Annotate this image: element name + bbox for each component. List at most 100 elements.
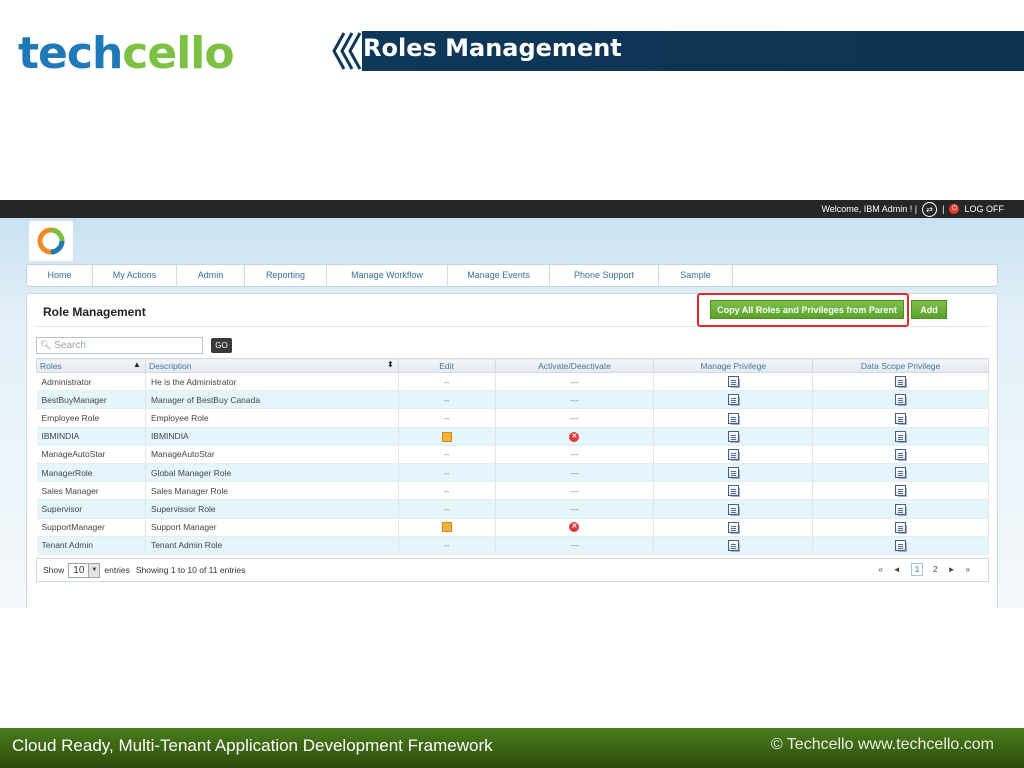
page-size-value: 10 (73, 564, 85, 576)
page-2-button[interactable]: 2 (933, 565, 937, 574)
edit-cell: -- (398, 445, 496, 464)
nav-my-actions[interactable]: My Actions (93, 265, 177, 286)
footer-tagline: Cloud Ready, Multi-Tenant Application De… (12, 736, 493, 755)
nav-reporting[interactable]: Reporting (245, 265, 327, 286)
edit-cell: -- (398, 536, 496, 555)
role-description: IBMINDIA (145, 427, 399, 446)
role-name: Employee Role (36, 408, 146, 428)
manage-privilege-icon[interactable] (727, 430, 739, 442)
slide: techcello Roles Management Welcome, IBM … (0, 0, 1024, 768)
edit-cell: -- (398, 499, 496, 519)
data-scope-privilege-icon[interactable] (895, 430, 907, 442)
role-description: Global Manager Role (145, 463, 399, 483)
col-data-scope-privilege: Data Scope Privilege (812, 358, 989, 373)
logo-text-cello: cello (122, 28, 234, 79)
table-row: ManagerRole Global Manager Role -- --- (36, 463, 989, 483)
page-1-button[interactable]: 1 (910, 563, 924, 576)
nav-manage-workflow[interactable]: Manage Workflow (327, 265, 448, 286)
nav-sample[interactable]: Sample (659, 265, 733, 286)
next-page-icon[interactable]: ► (948, 565, 956, 574)
page-size-select[interactable]: 10 ▼ (68, 562, 101, 578)
table-row: IBMINDIA IBMINDIA ✕ (36, 427, 989, 446)
copy-roles-button[interactable]: Copy All Roles and Privileges from Paren… (710, 300, 904, 319)
col-roles[interactable]: Roles ▲ (36, 358, 146, 373)
roles-table: Roles ▲ Description ⬍ Edit Activate/Deacti… (36, 358, 989, 555)
slide-footer: Cloud Ready, Multi-Tenant Application De… (0, 728, 1024, 768)
role-name: IBMINDIA (36, 427, 146, 446)
nav-phone-support[interactable]: Phone Support (550, 265, 659, 286)
app-logo[interactable] (29, 221, 73, 261)
topbar-separator: | (942, 204, 945, 214)
activate-cell: --- (495, 372, 655, 392)
switch-tenant-icon[interactable]: ⇄ (922, 201, 938, 217)
table-row: BestBuyManager Manager of BestBuy Canada… (36, 390, 989, 410)
manage-privilege-icon[interactable] (727, 376, 739, 388)
role-name: Supervisor (36, 499, 146, 519)
role-name: Tenant Admin (36, 536, 146, 555)
data-scope-privilege-icon[interactable] (895, 448, 907, 460)
table-row: Employee Role Employee Role -- --- (36, 408, 989, 428)
data-scope-privilege-icon[interactable] (895, 503, 907, 515)
activate-cell: --- (495, 445, 655, 464)
welcome-text: Welcome, IBM Admin ! | (821, 204, 918, 214)
data-scope-privilege-icon[interactable] (895, 376, 907, 388)
edit-cell: -- (398, 408, 496, 428)
manage-privilege-icon[interactable] (727, 394, 739, 406)
role-description: He is the Administrator (145, 372, 399, 392)
role-name: ManagerRole (36, 463, 146, 483)
search-placeholder: Search (54, 340, 86, 351)
manage-privilege-icon[interactable] (727, 448, 739, 460)
techcello-logo: techcello (16, 22, 235, 86)
activate-cell: --- (495, 390, 655, 410)
last-page-icon[interactable]: » (966, 565, 970, 574)
edit-icon[interactable] (441, 522, 452, 533)
panel-title: Role Management (43, 305, 146, 319)
deactivate-icon[interactable]: ✕ (569, 522, 580, 533)
activate-cell: --- (495, 499, 655, 519)
deactivate-icon[interactable]: ✕ (569, 431, 580, 442)
col-description[interactable]: Description ⬍ (144, 358, 399, 373)
data-scope-privilege-icon[interactable] (895, 412, 907, 424)
data-scope-privilege-icon[interactable] (895, 394, 907, 406)
search-input[interactable]: 🔍︎ Search (36, 337, 203, 354)
role-description: Tenant Admin Role (145, 536, 399, 555)
app-screenshot: Welcome, IBM Admin ! | ⇄ | ⏻ LOG OFF Hom… (0, 200, 1024, 608)
manage-privilege-icon[interactable] (727, 412, 739, 424)
add-role-button[interactable]: Add (911, 300, 947, 319)
col-manage-privilege: Manage Privilege (653, 358, 814, 373)
sort-both-icon: ⬍ (386, 360, 394, 369)
nav-admin[interactable]: Admin (177, 265, 245, 286)
manage-privilege-icon[interactable] (727, 485, 739, 497)
go-button[interactable]: GO (211, 338, 232, 353)
manage-privilege-icon[interactable] (727, 521, 739, 533)
edit-cell: -- (398, 390, 496, 410)
prev-page-icon[interactable]: ◄ (893, 565, 901, 574)
col-edit: Edit (397, 358, 496, 373)
manage-privilege-icon[interactable] (727, 467, 739, 479)
role-name: BestBuyManager (36, 390, 146, 410)
logoff-link[interactable]: LOG OFF (964, 204, 1004, 214)
edit-cell: -- (398, 481, 496, 501)
table-row: SupportManager Support Manager ✕ (36, 518, 989, 537)
nav-home[interactable]: Home (27, 265, 93, 286)
manage-privilege-icon[interactable] (727, 503, 739, 515)
role-name: Administrator (36, 372, 146, 392)
col-activate: Activate/Deactivate (494, 358, 655, 373)
first-page-icon[interactable]: « (878, 565, 882, 574)
data-scope-privilege-icon[interactable] (895, 521, 907, 533)
role-description: Support Manager (145, 518, 399, 537)
main-nav: Home My Actions Admin Reporting Manage W… (26, 264, 998, 287)
dropdown-arrow-icon: ▼ (88, 563, 100, 577)
data-scope-privilege-icon[interactable] (895, 539, 907, 551)
power-icon[interactable]: ⏻ (949, 204, 960, 214)
activate-cell: --- (495, 463, 655, 483)
app-swirl-logo-icon (37, 227, 65, 255)
activate-cell: --- (495, 408, 655, 428)
table-row: Supervisor Supervissor Role -- --- (36, 499, 989, 519)
app-topbar: Welcome, IBM Admin ! | ⇄ | ⏻ LOG OFF (0, 200, 1024, 218)
manage-privilege-icon[interactable] (727, 539, 739, 551)
data-scope-privilege-icon[interactable] (895, 467, 907, 479)
nav-manage-events[interactable]: Manage Events (448, 265, 550, 286)
data-scope-privilege-icon[interactable] (895, 485, 907, 497)
edit-icon[interactable] (441, 431, 452, 442)
